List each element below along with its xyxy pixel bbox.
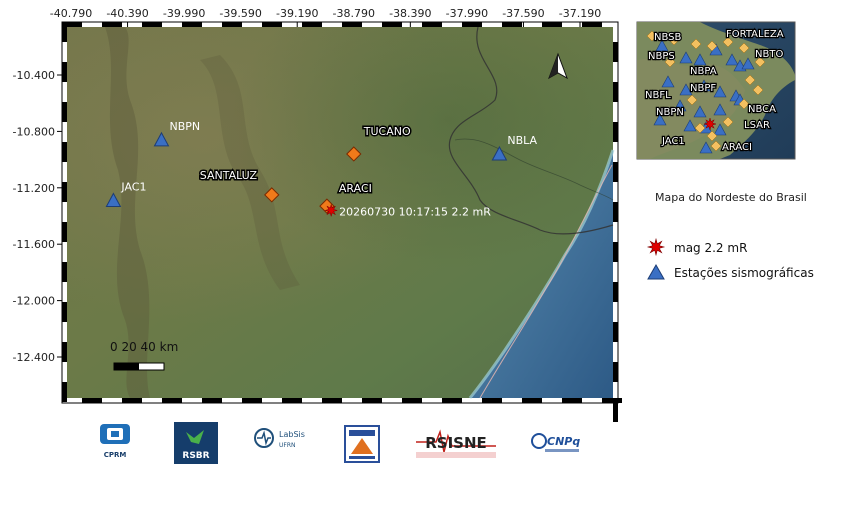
x-tick-label: -39.590 <box>219 7 261 20</box>
inset-label: NBFL <box>645 90 671 101</box>
inset-label: LSAR <box>744 120 770 131</box>
institution-badge-logo <box>344 425 380 463</box>
star-burst-icon <box>646 237 666 257</box>
svg-text:CNPq: CNPq <box>547 435 580 448</box>
event-marker: 20260730 10:17:15 2.2 mR <box>324 203 491 218</box>
inset-label: NBPN <box>656 107 684 118</box>
y-tick-label: -10.800 <box>13 125 55 138</box>
y-tick-label: -10.400 <box>13 69 55 82</box>
rsbr-logo: RSBR <box>174 422 218 464</box>
logo-strip: CPRM RSBR LabSis UFRN RSISNE CNPq <box>100 422 580 464</box>
svg-text:RSISNE: RSISNE <box>425 434 487 452</box>
x-tick-label: -37.590 <box>502 7 544 20</box>
inset-label: FORTALEZA <box>726 29 784 40</box>
event-label: 20260730 10:17:15 2.2 mR <box>339 205 491 218</box>
x-tick-label: -40.790 <box>50 7 92 20</box>
svg-text:UFRN: UFRN <box>279 442 296 449</box>
inset-caption: Mapa do Nordeste do Brasil <box>655 191 807 204</box>
map-figure: -40.790 -40.390 -39.990 -39.590 -39.190 -38.7… <box>13 7 814 464</box>
legend-label-magnitude: mag 2.2 mR <box>674 241 747 255</box>
x-tick-label: -38.390 <box>389 7 431 20</box>
svg-text:RSBR: RSBR <box>182 451 209 461</box>
city-label: TUCANO <box>363 125 411 138</box>
labsis-logo: LabSis UFRN <box>254 428 305 449</box>
y-tick-label: -12.000 <box>13 295 55 308</box>
triangle-icon <box>647 263 665 280</box>
inset-map: NBSB FORTALEZA NBTO NBPS NBPA NBPF NBFL NBPN NBC… <box>636 21 796 160</box>
inset-label: NBPS <box>648 51 675 62</box>
star-burst-icon <box>703 117 717 131</box>
inset-label: NBCA <box>748 104 776 115</box>
inset-label: ARACI <box>722 142 752 153</box>
x-tick-label: -37.190 <box>559 7 601 20</box>
station-label: NBPN <box>169 120 200 133</box>
scale-label: 0 20 40 km <box>110 340 178 354</box>
x-tick-label: -38.790 <box>333 7 375 20</box>
svg-text:CPRM: CPRM <box>104 451 127 459</box>
inset-label: NBPA <box>690 66 717 77</box>
y-tick-label: -12.400 <box>13 351 55 364</box>
x-tick-label: -39.990 <box>163 7 205 20</box>
x-tick-label: -40.390 <box>106 7 148 20</box>
y-tick-label: -11.200 <box>13 182 55 195</box>
station-label: JAC1 <box>120 180 146 193</box>
x-tick-label: -39.190 <box>276 7 318 20</box>
svg-text:LabSis: LabSis <box>279 430 305 439</box>
inset-label: NBTO <box>755 49 783 60</box>
city-label: SANTALUZ <box>200 169 258 182</box>
station-label: NBLA <box>507 134 537 147</box>
cnpq-logo: CNPq <box>531 433 580 452</box>
inset-label: NBPF <box>690 83 716 94</box>
inset-label: NBSB <box>654 32 682 43</box>
cprm-logo: CPRM <box>100 424 130 459</box>
star-burst-icon <box>324 203 339 218</box>
rsisne-logo: RSISNE <box>416 429 496 458</box>
y-tick-label: -11.600 <box>13 238 55 251</box>
legend-label-stations: Estações sismográficas <box>674 266 814 280</box>
x-tick-label: -37.990 <box>446 7 488 20</box>
legend: mag 2.2 mR Estações sismográficas <box>646 237 814 280</box>
inset-label: JAC1 <box>661 136 685 147</box>
city-label: ARACI <box>339 182 372 195</box>
